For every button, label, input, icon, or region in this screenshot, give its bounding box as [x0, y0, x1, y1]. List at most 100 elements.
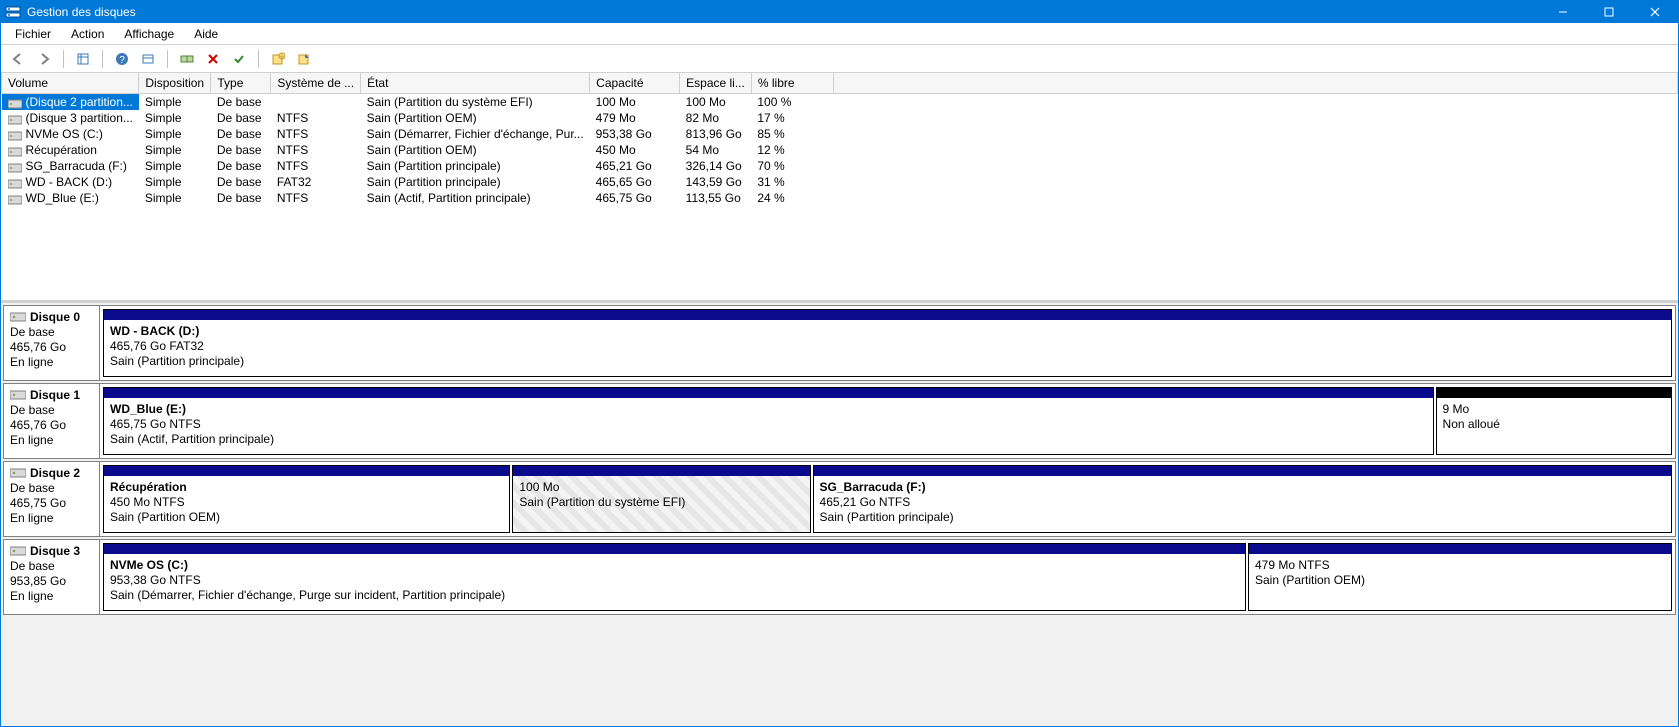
cell-fs: NTFS	[271, 126, 361, 142]
new-volume-button[interactable]: +	[267, 48, 289, 70]
cell-type: De base	[211, 94, 271, 111]
cell-free: 143,59 Go	[680, 174, 752, 190]
menu-view[interactable]: Affichage	[114, 25, 184, 43]
cell-pct: 70 %	[751, 158, 833, 174]
col-type[interactable]: Type	[211, 73, 271, 94]
volume-list-pane: Volume Disposition Type Système de ... É…	[1, 73, 1678, 303]
partition-header	[513, 466, 809, 476]
menu-action[interactable]: Action	[61, 25, 114, 43]
cell-pct: 100 %	[751, 94, 833, 111]
cell-volume: WD_Blue (E:)	[26, 191, 99, 205]
disk-type: De base	[10, 403, 93, 418]
cell-fs	[271, 94, 361, 111]
partition[interactable]: 100 MoSain (Partition du système EFI)	[512, 465, 810, 533]
disk-icon	[10, 467, 26, 479]
cell-pct: 85 %	[751, 126, 833, 142]
partition-header	[1437, 388, 1671, 398]
nav-back-button[interactable]	[7, 48, 29, 70]
disk-icon	[10, 311, 26, 323]
drive-icon	[8, 146, 22, 156]
minimize-button[interactable]	[1540, 1, 1586, 23]
drive-icon	[8, 98, 22, 108]
col-free[interactable]: Espace li...	[680, 73, 752, 94]
table-row[interactable]: RécupérationSimpleDe baseNTFSSain (Parti…	[2, 142, 1678, 158]
table-row[interactable]: SG_Barracuda (F:)SimpleDe baseNTFSSain (…	[2, 158, 1678, 174]
partition-title: WD_Blue (E:)	[110, 402, 1427, 417]
partition[interactable]: 479 Mo NTFSSain (Partition OEM)	[1248, 543, 1672, 611]
partition-body: NVMe OS (C:)953,38 Go NTFSSain (Démarrer…	[104, 554, 1245, 610]
col-pct[interactable]: % libre	[751, 73, 833, 94]
table-row[interactable]: (Disque 2 partition...SimpleDe baseSain …	[2, 94, 1678, 111]
table-header-row: Volume Disposition Type Système de ... É…	[2, 73, 1678, 94]
partition[interactable]: NVMe OS (C:)953,38 Go NTFSSain (Démarrer…	[103, 543, 1246, 611]
col-state[interactable]: État	[361, 73, 590, 94]
cell-pct: 24 %	[751, 190, 833, 206]
toolbar-separator	[258, 50, 259, 68]
partition[interactable]: Récupération450 Mo NTFSSain (Partition O…	[103, 465, 510, 533]
disk-layout: WD_Blue (E:)465,75 Go NTFSSain (Actif, P…	[100, 384, 1675, 458]
partition-header	[104, 544, 1245, 554]
disk-info[interactable]: Disque 0De base465,76 GoEn ligne	[4, 306, 100, 380]
cell-type: De base	[211, 174, 271, 190]
col-fs[interactable]: Système de ...	[271, 73, 361, 94]
partition[interactable]: WD_Blue (E:)465,75 Go NTFSSain (Actif, P…	[103, 387, 1434, 455]
disk-size: 465,76 Go	[10, 418, 93, 433]
refresh-button[interactable]	[72, 48, 94, 70]
col-disposition[interactable]: Disposition	[139, 73, 211, 94]
partition-status: Sain (Démarrer, Fichier d'échange, Purge…	[110, 588, 1239, 603]
table-row[interactable]: NVMe OS (C:)SimpleDe baseNTFSSain (Démar…	[2, 126, 1678, 142]
cell-volume: (Disque 3 partition...	[26, 111, 133, 125]
partition[interactable]: 9 MoNon alloué	[1436, 387, 1672, 455]
disk-type: De base	[10, 481, 93, 496]
apply-button[interactable]	[228, 48, 250, 70]
delete-button[interactable]	[202, 48, 224, 70]
partition-title: NVMe OS (C:)	[110, 558, 1239, 573]
settings-button[interactable]	[137, 48, 159, 70]
partition[interactable]: WD - BACK (D:)465,76 Go FAT32Sain (Parti…	[103, 309, 1672, 377]
cell-capacity: 465,65 Go	[590, 174, 680, 190]
disk-status: En ligne	[10, 511, 93, 526]
toolbar-separator	[167, 50, 168, 68]
disk-size: 953,85 Go	[10, 574, 93, 589]
cell-state: Sain (Démarrer, Fichier d'échange, Pur..…	[361, 126, 590, 142]
volume-table: Volume Disposition Type Système de ... É…	[1, 73, 1678, 206]
extend-volume-button[interactable]	[293, 48, 315, 70]
disk-info[interactable]: Disque 1De base465,76 GoEn ligne	[4, 384, 100, 458]
partition-button[interactable]	[176, 48, 198, 70]
partition-body: WD - BACK (D:)465,76 Go FAT32Sain (Parti…	[104, 320, 1671, 376]
disk-info[interactable]: Disque 2De base465,75 GoEn ligne	[4, 462, 100, 536]
cell-disposition: Simple	[139, 110, 211, 126]
close-button[interactable]	[1632, 1, 1678, 23]
cell-fs: NTFS	[271, 158, 361, 174]
partition-size: 953,38 Go NTFS	[110, 573, 1239, 588]
disk-info[interactable]: Disque 3De base953,85 GoEn ligne	[4, 540, 100, 614]
cell-type: De base	[211, 158, 271, 174]
col-volume[interactable]: Volume	[2, 73, 139, 94]
partition-title: Récupération	[110, 480, 503, 495]
disk-icon	[10, 545, 26, 557]
menu-help[interactable]: Aide	[184, 25, 228, 43]
menu-file[interactable]: Fichier	[5, 25, 61, 43]
maximize-button[interactable]	[1586, 1, 1632, 23]
disk-row: Disque 0De base465,76 GoEn ligneWD - BAC…	[3, 305, 1676, 381]
col-capacity[interactable]: Capacité	[590, 73, 680, 94]
cell-fs: FAT32	[271, 174, 361, 190]
cell-type: De base	[211, 142, 271, 158]
toolbar-separator	[102, 50, 103, 68]
app-window: Gestion des disques Fichier Action Affic…	[0, 0, 1679, 727]
help-button[interactable]: ?	[111, 48, 133, 70]
partition-size: 465,75 Go NTFS	[110, 417, 1427, 432]
cell-capacity: 100 Mo	[590, 94, 680, 111]
disk-size: 465,75 Go	[10, 496, 93, 511]
table-row[interactable]: (Disque 3 partition...SimpleDe baseNTFSS…	[2, 110, 1678, 126]
cell-capacity: 450 Mo	[590, 142, 680, 158]
nav-forward-button[interactable]	[33, 48, 55, 70]
cell-disposition: Simple	[139, 142, 211, 158]
partition[interactable]: SG_Barracuda (F:)465,21 Go NTFSSain (Par…	[813, 465, 1672, 533]
disk-type: De base	[10, 325, 93, 340]
disk-row: Disque 3De base953,85 GoEn ligneNVMe OS …	[3, 539, 1676, 615]
disk-type: De base	[10, 559, 93, 574]
table-row[interactable]: WD_Blue (E:)SimpleDe baseNTFSSain (Actif…	[2, 190, 1678, 206]
cell-disposition: Simple	[139, 190, 211, 206]
table-row[interactable]: WD - BACK (D:)SimpleDe baseFAT32Sain (Pa…	[2, 174, 1678, 190]
